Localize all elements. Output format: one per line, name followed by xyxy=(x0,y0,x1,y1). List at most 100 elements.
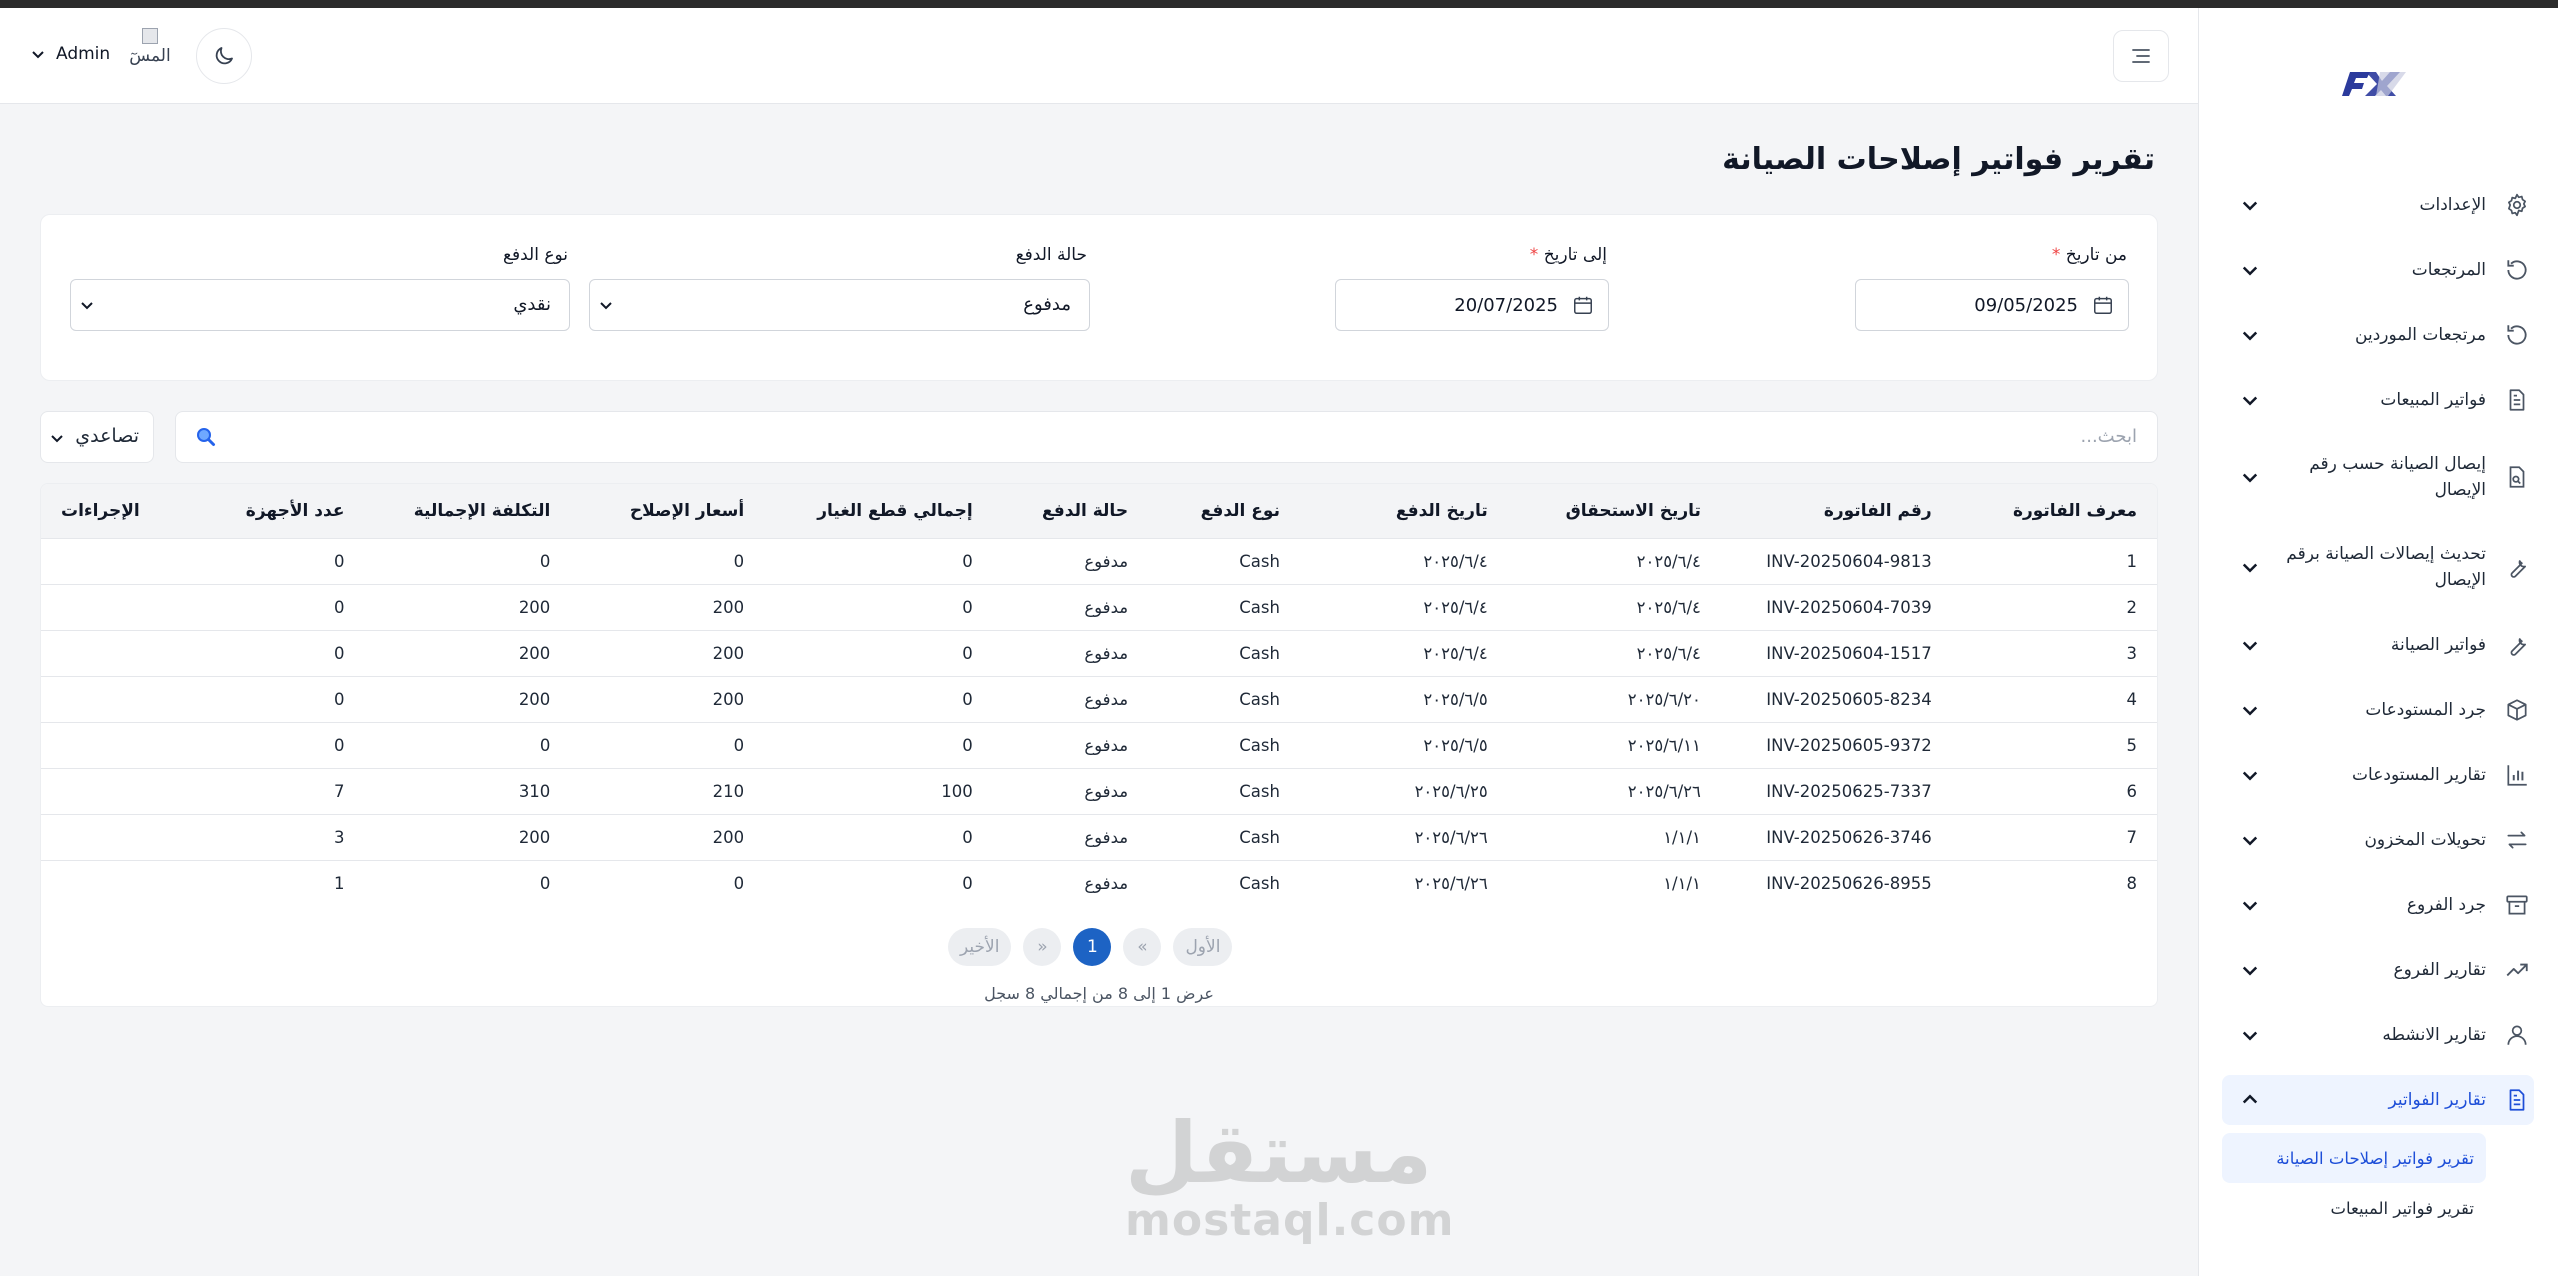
sidebar-toggle-button[interactable] xyxy=(2113,30,2169,82)
payment-type-select[interactable]: نقدي xyxy=(70,279,570,331)
table-cell: ٢٠٢٥/٦/٢٦ xyxy=(1299,859,1508,906)
column-header[interactable]: نوع الدفع xyxy=(1148,484,1300,538)
column-header[interactable]: معرف الفاتورة xyxy=(1952,484,2157,538)
sidebar-item[interactable]: تقارير الانشطه xyxy=(2222,1002,2534,1067)
sidebar-item[interactable]: مرتجعات الموردين xyxy=(2222,302,2534,367)
table-row: 8 INV-20250626-8955 ١/١/١ ٢٠٢٥/٦/٢٦ Cash مدفو… xyxy=(41,859,2157,906)
watermark: مستقل mostaql.com xyxy=(1125,1108,1455,1246)
sidebar-item[interactable]: إيصال الصيانة حسب رقم الإيصال xyxy=(2222,432,2534,522)
sidebar-item[interactable]: تحديث إيصالات الصيانة برقم الإيصال xyxy=(2222,522,2534,612)
chevron-down-icon xyxy=(600,302,612,310)
bar-chart-icon xyxy=(2504,762,2530,788)
last-page-button[interactable]: الأخير xyxy=(948,928,1012,966)
table-cell: INV-20250604-7039 xyxy=(1720,583,1952,630)
table-row: 1 INV-20250604-9813 ٢٠٢٥/٦/٤ ٢٠٢٥/٦/٤ Cash مد… xyxy=(41,537,2157,584)
table-cell: 8 xyxy=(1951,859,2157,906)
column-header[interactable]: حالة الدفع xyxy=(993,484,1148,538)
table-cell: 3 xyxy=(1951,629,2157,676)
table-cell: Cash xyxy=(1148,537,1300,584)
sidebar-subitem-maintenance-report[interactable]: تقرير فواتير إصلاحات الصيانة xyxy=(2222,1133,2486,1183)
payment-status-select[interactable]: مدفوع xyxy=(589,279,1090,331)
next-page-button[interactable]: » xyxy=(1023,928,1062,966)
document-icon xyxy=(2504,387,2530,413)
table-cell: 0 xyxy=(159,721,365,768)
table-cell: Cash xyxy=(1148,859,1300,906)
to-date-label-text: إلى تاريخ xyxy=(1543,245,1607,265)
table-cell: 200 xyxy=(364,629,571,676)
records-summary: عرض 1 إلى 8 من إجمالي 8 سجل xyxy=(984,984,1214,1003)
sidebar-item[interactable]: فواتير الصيانة xyxy=(2222,612,2534,677)
table-cell: INV-20250604-9813 xyxy=(1720,537,1952,584)
table-cell: 0 xyxy=(764,721,993,768)
table-row: 3 INV-20250604-1517 ٢٠٢٥/٦/٤ ٢٠٢٥/٦/٤ Cash مد… xyxy=(41,629,2157,676)
wrench-icon xyxy=(2504,554,2530,580)
table-cell: ١/١/١ xyxy=(1507,813,1721,860)
table-cell: 0 xyxy=(364,859,571,906)
page-title: تقرير فواتير إصلاحات الصيانة xyxy=(1722,142,2155,177)
table-cell: INV-20250605-8234 xyxy=(1720,675,1952,722)
sidebar: الإعدادات المرتجعات مرتجعات الموردين فواتير… xyxy=(2198,8,2558,1276)
sidebar-item[interactable]: المرتجعات xyxy=(2222,237,2534,302)
table-cell: Cash xyxy=(1148,583,1300,630)
sort-order-select[interactable]: تصاعدي xyxy=(40,411,154,463)
watermark-latin: mostaql.com xyxy=(1125,1195,1455,1246)
column-header[interactable]: أسعار الإصلاح xyxy=(570,484,764,538)
chevron-down-icon xyxy=(81,302,93,310)
first-page-button[interactable]: الأول xyxy=(1173,928,1233,966)
column-header[interactable]: تاريخ الدفع xyxy=(1300,484,1508,538)
table-cell: INV-20250625-7337 xyxy=(1720,767,1952,814)
column-header[interactable]: عدد الأجهزة xyxy=(160,484,365,538)
table-cell: ٢٠٢٥/٦/١١ xyxy=(1507,721,1721,768)
table-cell: 7 xyxy=(1951,813,2157,860)
from-date-input[interactable]: 09/05/2025 xyxy=(1855,279,2129,331)
column-header[interactable]: التكلفة الإجمالية xyxy=(364,484,570,538)
table-row: 6 INV-20250625-7337 ٢٠٢٥/٦/٢٦ ٢٠٢٥/٦/٢٥ Cash… xyxy=(41,767,2157,814)
sidebar-item-label: جرد الفروع xyxy=(2406,894,2486,915)
prev-page-button[interactable]: « xyxy=(1123,928,1162,966)
table-cell: ٢٠٢٥/٦/٥ xyxy=(1299,675,1508,722)
column-header[interactable]: رقم الفاتورة xyxy=(1721,484,1952,538)
table-cell: 0 xyxy=(764,859,993,906)
from-date-label: من تاريخ * xyxy=(2052,245,2127,265)
sidebar-item-label: تحديث إيصالات الصيانة برقم الإيصال xyxy=(2286,544,2486,590)
column-header[interactable]: تاريخ الاستحقاق xyxy=(1508,484,1721,538)
table-cell: 0 xyxy=(159,537,365,584)
current-page-button[interactable]: 1 xyxy=(1073,928,1112,966)
table-row: 7 INV-20250626-3746 ١/١/١ ٢٠٢٥/٦/٢٦ Cash مدفو… xyxy=(41,813,2157,860)
sidebar-item-label: جرد المستودعات xyxy=(2365,699,2486,720)
from-date-label-text: من تاريخ xyxy=(2065,245,2127,265)
payment-type-value: نقدي xyxy=(513,294,551,315)
table-cell: 1 xyxy=(159,859,365,906)
sidebar-item[interactable]: تقارير المستودعات xyxy=(2222,742,2534,807)
avatar[interactable]: المسٓ xyxy=(122,28,178,78)
user-menu[interactable]: Admin xyxy=(30,44,110,64)
moon-icon xyxy=(215,47,233,65)
table-cell: 0 xyxy=(364,721,571,768)
theme-toggle-button[interactable] xyxy=(196,28,252,84)
sidebar-subitem-sales-report[interactable]: تقرير فواتير المبيعات xyxy=(2222,1183,2486,1233)
actions-cell xyxy=(41,813,160,860)
chevron-down-icon xyxy=(2240,557,2260,577)
sidebar-item[interactable]: الإعدادات xyxy=(2222,172,2534,237)
pagination: الأخير » 1 « الأول xyxy=(948,928,1233,966)
sidebar-item[interactable]: جرد الفروع xyxy=(2222,872,2534,937)
chevron-down-icon xyxy=(2240,830,2260,850)
to-date-input[interactable]: 20/07/2025 xyxy=(1335,279,1609,331)
brand-logo[interactable] xyxy=(2336,64,2408,104)
sidebar-item[interactable]: تحويلات المخزون xyxy=(2222,807,2534,872)
column-header: الإجراءات xyxy=(61,500,140,521)
sidebar-item[interactable]: تقارير الفواتير xyxy=(2222,1075,2534,1125)
transfer-icon xyxy=(2504,827,2530,853)
sidebar-item[interactable]: جرد المستودعات xyxy=(2222,677,2534,742)
from-date-value: 09/05/2025 xyxy=(1974,294,2078,316)
sidebar-item[interactable]: تقارير الفروع xyxy=(2222,937,2534,1002)
search-input[interactable]: ابحث... xyxy=(175,411,2158,463)
table-cell: ٢٠٢٥/٦/٤ xyxy=(1299,583,1508,630)
table-cell: 4 xyxy=(1951,675,2157,722)
table-cell: مدفوع xyxy=(992,859,1149,906)
table-cell: Cash xyxy=(1148,721,1300,768)
sidebar-item[interactable]: فواتير المبيعات xyxy=(2222,367,2534,432)
chevron-down-icon xyxy=(2240,260,2260,280)
column-header[interactable]: إجمالي قطع الغيار xyxy=(764,484,993,538)
table-cell: 200 xyxy=(570,629,765,676)
